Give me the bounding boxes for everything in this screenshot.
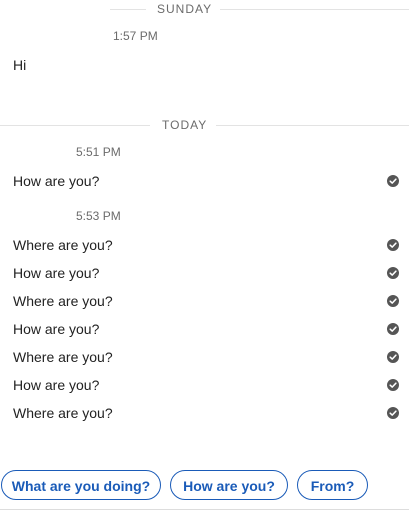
message-text: Where are you?: [13, 237, 113, 253]
message-text: Where are you?: [13, 293, 113, 309]
date-divider-sunday: SUNDAY: [0, 0, 409, 20]
divider-line-right: [216, 125, 409, 126]
suggested-replies: What are you doing? How are you? From?: [0, 470, 409, 504]
message-row: How are you?: [13, 376, 399, 396]
sent-check-icon: [387, 175, 399, 187]
divider-line-right: [220, 9, 409, 10]
date-divider-label: SUNDAY: [157, 2, 213, 16]
suggested-reply-how-are-you[interactable]: How are you?: [170, 470, 288, 500]
suggested-reply-from[interactable]: From?: [297, 470, 368, 500]
message-text: How are you?: [13, 377, 100, 393]
message-row: How are you?: [13, 172, 399, 192]
message-row: Where are you?: [13, 404, 399, 424]
message-text: Hi: [13, 57, 27, 73]
divider-line-left: [110, 9, 146, 10]
sent-check-icon: [387, 351, 399, 363]
date-divider-label: TODAY: [162, 118, 208, 132]
suggested-reply-what-are-you-doing[interactable]: What are you doing?: [1, 470, 161, 500]
message-text: Where are you?: [13, 349, 113, 365]
divider-line-left: [0, 125, 150, 126]
message-text: Where are you?: [13, 405, 113, 421]
composer-top-border: [0, 509, 409, 510]
message-row: Where are you?: [13, 236, 399, 256]
message-row: Where are you?: [13, 292, 399, 312]
message-text: How are you?: [13, 265, 100, 281]
sent-check-icon: [387, 407, 399, 419]
message-row: Hi: [13, 56, 399, 76]
sent-check-icon: [387, 267, 399, 279]
sent-check-icon: [387, 295, 399, 307]
message-timestamp: 5:53 PM: [76, 209, 121, 223]
sent-check-icon: [387, 379, 399, 391]
sent-check-icon: [387, 323, 399, 335]
message-row: How are you?: [13, 320, 399, 340]
sent-check-icon: [387, 239, 399, 251]
message-row: How are you?: [13, 264, 399, 284]
message-text: How are you?: [13, 173, 100, 189]
date-divider-today: TODAY: [0, 116, 409, 136]
message-text: How are you?: [13, 321, 100, 337]
message-timestamp: 5:51 PM: [76, 145, 121, 159]
message-row: Where are you?: [13, 348, 399, 368]
message-timestamp: 1:57 PM: [113, 29, 158, 43]
